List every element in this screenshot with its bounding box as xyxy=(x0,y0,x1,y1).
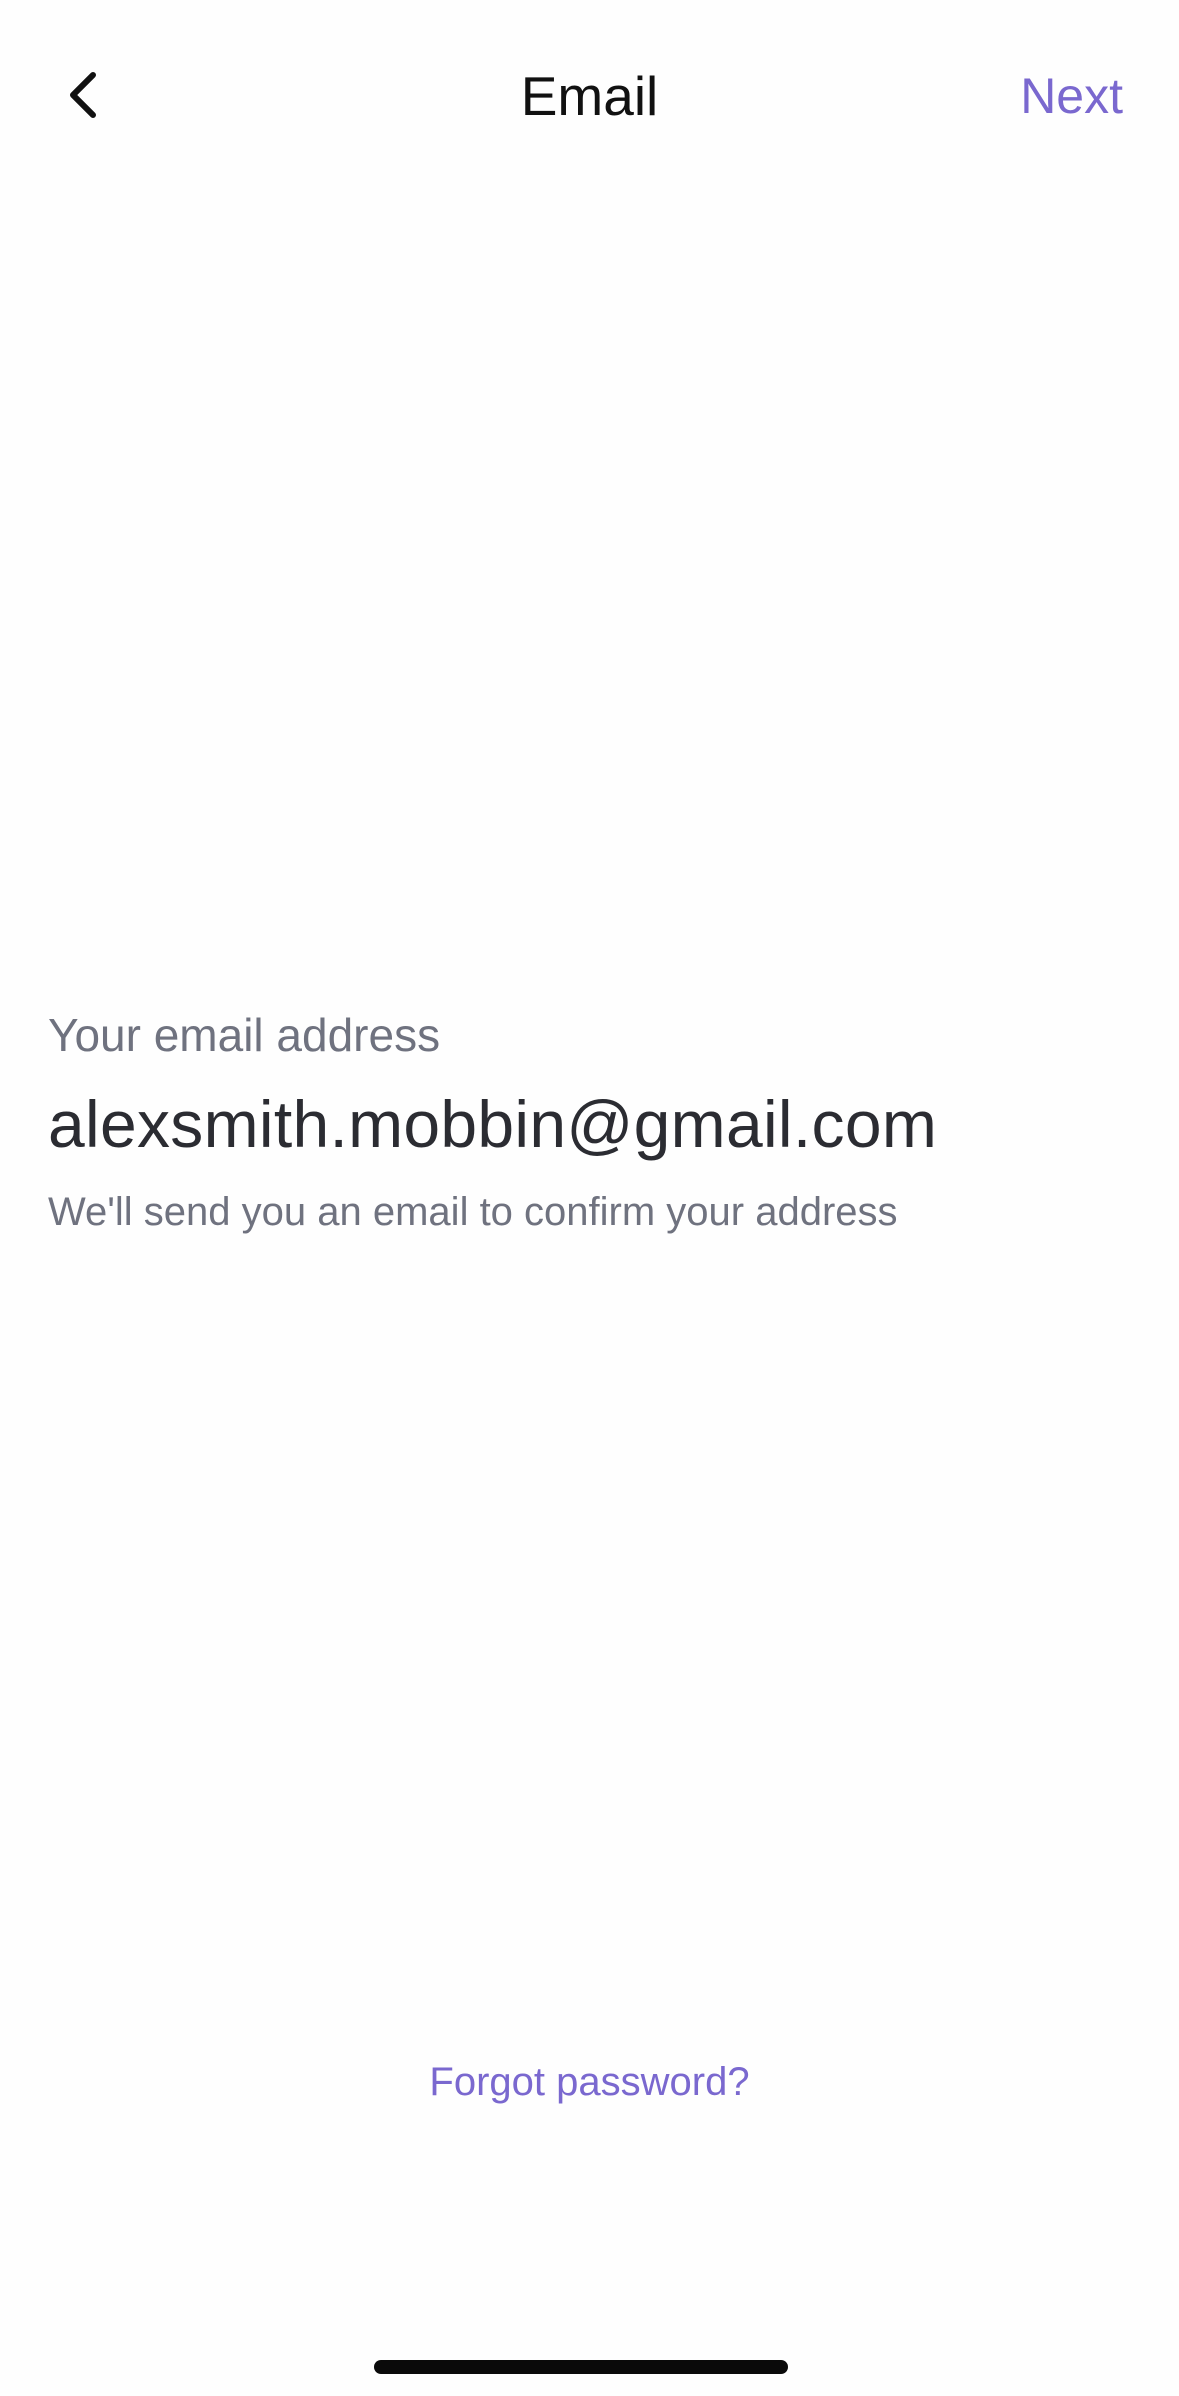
email-field[interactable]: alexsmith.mobbin@gmail.com xyxy=(48,1074,1148,1174)
navigation-bar: Email Next xyxy=(0,0,1179,190)
email-label: Your email address xyxy=(48,1009,441,1061)
forgot-password-link[interactable]: Forgot password? xyxy=(0,2050,1179,2114)
page-title: Email xyxy=(520,65,659,127)
email-hint: We'll send you an email to confirm your … xyxy=(48,1190,898,1234)
email-section: Your email address alexsmith.mobbin@gmai… xyxy=(48,1000,1148,1244)
home-indicator[interactable] xyxy=(374,2360,788,2374)
next-button[interactable]: Next xyxy=(1020,58,1123,134)
